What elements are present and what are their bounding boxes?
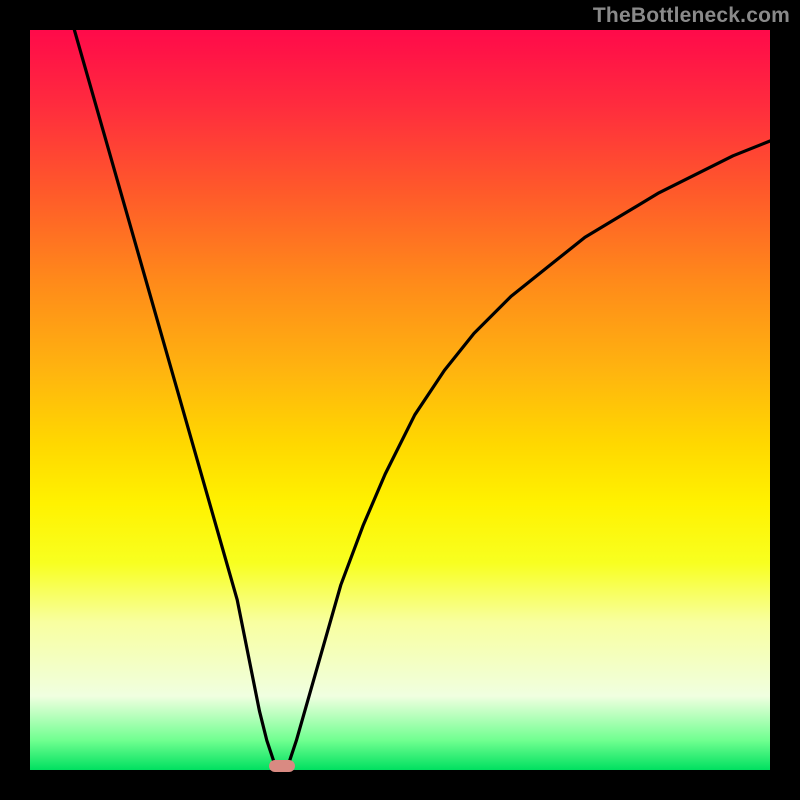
watermark-text: TheBottleneck.com xyxy=(593,4,790,28)
chart-stage: TheBottleneck.com xyxy=(0,0,800,800)
plot-area xyxy=(30,30,770,770)
bottleneck-curve xyxy=(74,30,770,766)
curve-layer xyxy=(30,30,770,770)
optimum-marker xyxy=(269,760,295,772)
